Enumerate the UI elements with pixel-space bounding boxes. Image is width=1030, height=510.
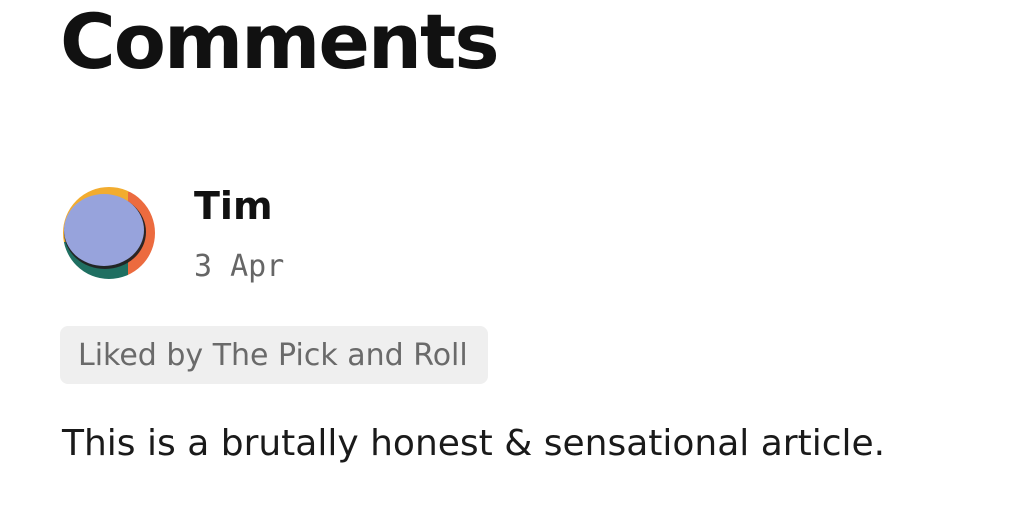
comment-text: This is a brutally honest & sensational … [62, 423, 886, 464]
comment-date: 3 Apr [194, 249, 285, 284]
comment-author[interactable]: Tim [194, 185, 273, 228]
user-avatar-icon[interactable] [60, 184, 158, 282]
comment-header: Tim 3 Apr [60, 184, 980, 304]
page-title: Comments [60, 0, 500, 86]
comments-page: Comments Tim 3 Apr Liked by The Pick and… [0, 0, 1030, 510]
avatar-face [64, 194, 144, 266]
comment-item: Tim 3 Apr Liked by The Pick and Roll Thi… [60, 184, 980, 464]
liked-by-badge: Liked by The Pick and Roll [60, 326, 488, 384]
